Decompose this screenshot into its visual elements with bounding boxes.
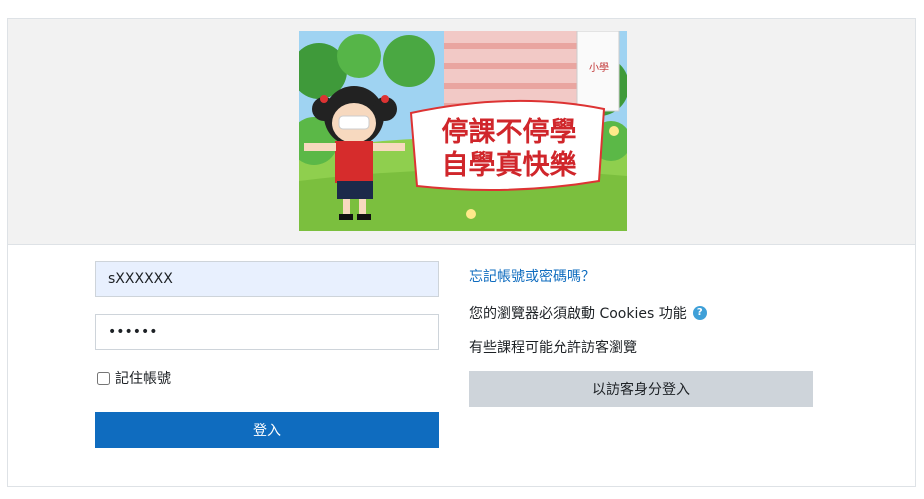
help-icon[interactable]: ? [692,306,707,320]
guest-login-button[interactable]: 以訪客身分登入 [469,371,813,407]
username-input[interactable] [95,261,439,297]
login-button[interactable]: 登入 [95,412,439,448]
banner-line-2: 自學真快樂 [442,149,578,181]
site-banner-image: 小學 停課不停學 自學真快樂 [299,31,627,231]
building-sign: 小學 [589,61,609,74]
forgot-password-link[interactable]: 忘記帳號或密碼嗎？ [469,266,595,286]
cookies-text: 您的瀏覽器必須啟動 Cookies 功能 [469,306,687,322]
password-input[interactable] [95,314,439,350]
cookies-notice: 您的瀏覽器必須啟動 Cookies 功能 ? [469,303,707,323]
remember-checkbox[interactable] [97,371,110,385]
guests-notice: 有些課程可能允許訪客瀏覽 [469,340,637,356]
remember-username[interactable]: 記住帳號 [95,368,171,388]
card-header: 小學 停課不停學 自學真快樂 [8,19,915,245]
remember-label: 記住帳號 [115,371,171,387]
banner-line-1: 停課不停學 [442,116,577,148]
